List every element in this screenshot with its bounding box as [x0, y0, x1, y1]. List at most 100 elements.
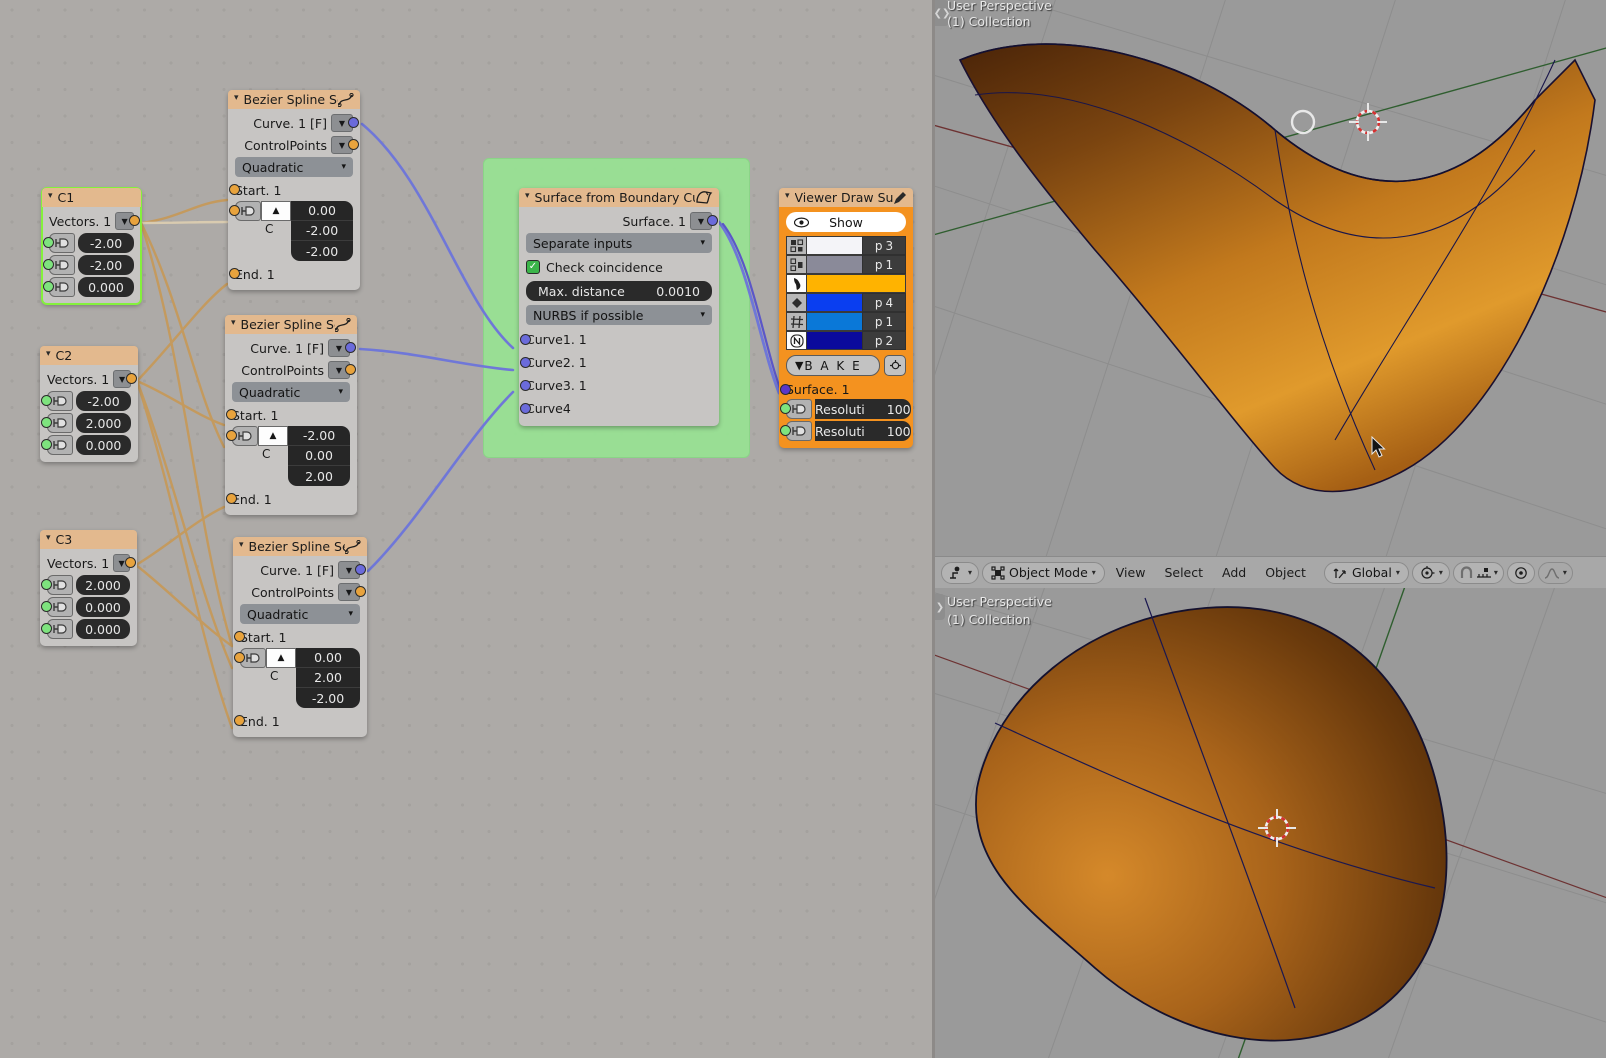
viewer-resolution-field-0[interactable]: Resoluti 100	[815, 399, 911, 419]
node-viewer-header[interactable]: ▾ Viewer Draw Sur...	[779, 188, 913, 207]
node-c2-value-0[interactable]: -2.00	[76, 391, 131, 411]
edges-color-swatch[interactable]	[807, 255, 862, 274]
socket-input-start[interactable]	[226, 409, 237, 420]
viewport-header[interactable]: ▾ Object Mode ▾ View Select Add Object G…	[935, 556, 1606, 588]
collapse-triangle-icon[interactable]: ▾	[231, 319, 236, 328]
bez3-out-curve-row[interactable]: Curve. 1 [F] ▼	[240, 560, 366, 580]
bez3-mode-select[interactable]: Quadratic ▾	[240, 604, 360, 624]
bez2-control-cluster[interactable]: ▲ -2.00 0.00 2.00 C	[226, 426, 350, 486]
bez1-mode-select[interactable]: Quadratic ▾	[235, 157, 353, 177]
vertices-size-field[interactable]: p 3	[862, 236, 906, 255]
bez2-expand-button[interactable]: ▲	[258, 426, 288, 446]
socket-input-z[interactable]	[41, 623, 52, 634]
bake-button[interactable]: ▼ B A K E	[786, 355, 880, 376]
socket-input-control[interactable]	[226, 430, 237, 441]
node-bezier-spline-3-header[interactable]: ▾ Bezier Spline Se...	[233, 537, 367, 556]
socket-output-surface[interactable]	[707, 215, 718, 226]
socket-input-control[interactable]	[229, 205, 240, 216]
node-c3-value-2[interactable]: 0.000	[76, 619, 130, 639]
collapse-triangle-icon[interactable]: ▾	[234, 94, 239, 103]
viewer-show-button[interactable]: Show	[786, 212, 906, 232]
node-bezier-spline-2-header[interactable]: ▾ Bezier Spline Se...	[225, 315, 357, 334]
surface-icon[interactable]	[786, 274, 807, 293]
node-c2-value-row-0[interactable]: -2.00	[41, 391, 131, 411]
viewer-swatch-row-5[interactable]: p 2	[786, 331, 906, 350]
socket-input-end[interactable]	[234, 715, 245, 726]
node-c2-value-row-1[interactable]: 2.000	[41, 413, 131, 433]
surface-input-row-1[interactable]: Curve2. 1	[520, 352, 712, 373]
vertices-icon[interactable]	[786, 236, 807, 255]
bez3-start-row[interactable]: Start. 1	[234, 628, 360, 646]
socket-input-start[interactable]	[229, 184, 240, 195]
bez2-end-row[interactable]: End. 1	[226, 490, 350, 508]
control-net-color-swatch[interactable]	[807, 312, 862, 331]
socket-input-curve3[interactable]	[520, 380, 531, 391]
surface-input-row-0[interactable]: Curve1. 1	[520, 329, 712, 350]
node-c2-output-row[interactable]: Vectors. 1 ▼	[47, 369, 137, 389]
socket-input-start[interactable]	[234, 631, 245, 642]
viewer-swatch-row-3[interactable]: p 4	[786, 293, 906, 312]
node-bezier-spline-1[interactable]: ▾ Bezier Spline Se... Curve. 1 [F] ▼ Con…	[228, 90, 360, 290]
edges-icon[interactable]	[786, 255, 807, 274]
node-c2-value-1[interactable]: 2.000	[76, 413, 131, 433]
node-c3-value-row-0[interactable]: 2.000	[41, 575, 130, 595]
collapse-triangle-icon[interactable]: ▾	[48, 192, 53, 201]
bez1-end-row[interactable]: End. 1	[229, 265, 353, 283]
bez1-start-row[interactable]: Start. 1	[229, 181, 353, 199]
node-c2-value-row-2[interactable]: 0.000	[41, 435, 131, 455]
bez2-control-x[interactable]: -2.00	[288, 426, 350, 446]
node-c3-header[interactable]: ▾ C3	[40, 530, 137, 549]
snap-target-button[interactable]: ▾	[1411, 561, 1450, 584]
surface-output-row[interactable]: Surface. 1 ▼	[526, 211, 718, 231]
check-coincidence-checkbox[interactable]: ✓	[526, 260, 540, 274]
node-bezier-spline-2[interactable]: ▾ Bezier Spline Se... Curve. 1 [F] ▼ Con…	[225, 315, 357, 515]
bez1-control-z[interactable]: -2.00	[291, 241, 353, 261]
socket-input-surface[interactable]	[780, 384, 791, 395]
node-c3-value-1[interactable]: 0.000	[76, 597, 130, 617]
socket-output-curve[interactable]	[345, 342, 356, 353]
socket-output-curve[interactable]	[355, 564, 366, 575]
node-bezier-spline-1-header[interactable]: ▾ Bezier Spline Se...	[228, 90, 360, 109]
collapse-triangle-icon[interactable]: ▾	[239, 541, 244, 550]
normals-color-swatch[interactable]	[807, 331, 862, 350]
bez1-expand-button[interactable]: ▲	[261, 201, 291, 221]
node-surface-from-boundary-curves[interactable]: ▾ Surface from Boundary Curves Surface. …	[519, 188, 719, 426]
bake-options-button[interactable]	[884, 355, 906, 376]
control-net-size-field[interactable]: p 1	[862, 312, 906, 331]
mode-select-button[interactable]: Object Mode ▾	[982, 561, 1105, 584]
bez2-control-values[interactable]: -2.00 0.00 2.00	[288, 426, 350, 486]
surface-color-swatch[interactable]	[807, 274, 906, 293]
node-c2-value-2[interactable]: 0.000	[76, 435, 131, 455]
bez2-control-y[interactable]: 0.00	[288, 446, 350, 466]
viewer-surface-input-row[interactable]: Surface. 1	[780, 380, 906, 399]
bez2-start-row[interactable]: Start. 1	[226, 406, 350, 424]
viewer-resolution-row-0[interactable]: Resoluti 100	[780, 399, 911, 419]
bez3-control-cluster[interactable]: ▲ 0.00 2.00 -2.00 C	[234, 648, 360, 708]
node-c1-value-1[interactable]: -2.00	[78, 255, 134, 275]
collapse-triangle-icon[interactable]: ▾	[525, 192, 530, 201]
node-c1-value-0[interactable]: -2.00	[78, 233, 134, 253]
socket-input-x[interactable]	[43, 237, 54, 248]
menu-view[interactable]: View	[1108, 565, 1154, 580]
bez3-control-x[interactable]: 0.00	[296, 648, 360, 668]
bez3-end-row[interactable]: End. 1	[234, 712, 360, 730]
viewer-swatch-row-4[interactable]: p 1	[786, 312, 906, 331]
socket-input-control[interactable]	[234, 652, 245, 663]
socket-output-controlpoints[interactable]	[345, 364, 356, 375]
transform-orientation-button[interactable]: Global ▾	[1323, 561, 1409, 584]
proportional-falloff-button[interactable]: ▾	[1537, 561, 1573, 584]
control-points-icon[interactable]	[786, 293, 807, 312]
bez3-expand-button[interactable]: ▲	[266, 648, 296, 668]
sidebar-toggle-bottom[interactable]: ❯	[935, 594, 945, 620]
bez2-out-cp-row[interactable]: ControlPoints ▼	[232, 360, 356, 380]
control-net-icon[interactable]	[786, 312, 807, 331]
vertices-color-swatch[interactable]	[807, 236, 862, 255]
socket-input-z[interactable]	[43, 281, 54, 292]
socket-input-curve4[interactable]	[520, 403, 531, 414]
viewer-swatch-row-1[interactable]: p 1	[786, 255, 906, 274]
control-points-size-field[interactable]: p 4	[862, 293, 906, 312]
node-c3[interactable]: ▾ C3 Vectors. 1 ▼ 2.000 0.000 0.000	[40, 530, 137, 646]
viewer-swatch-row-0[interactable]: p 3	[786, 236, 906, 255]
menu-object[interactable]: Object	[1257, 565, 1314, 580]
collapse-triangle-icon[interactable]: ▾	[785, 192, 790, 201]
